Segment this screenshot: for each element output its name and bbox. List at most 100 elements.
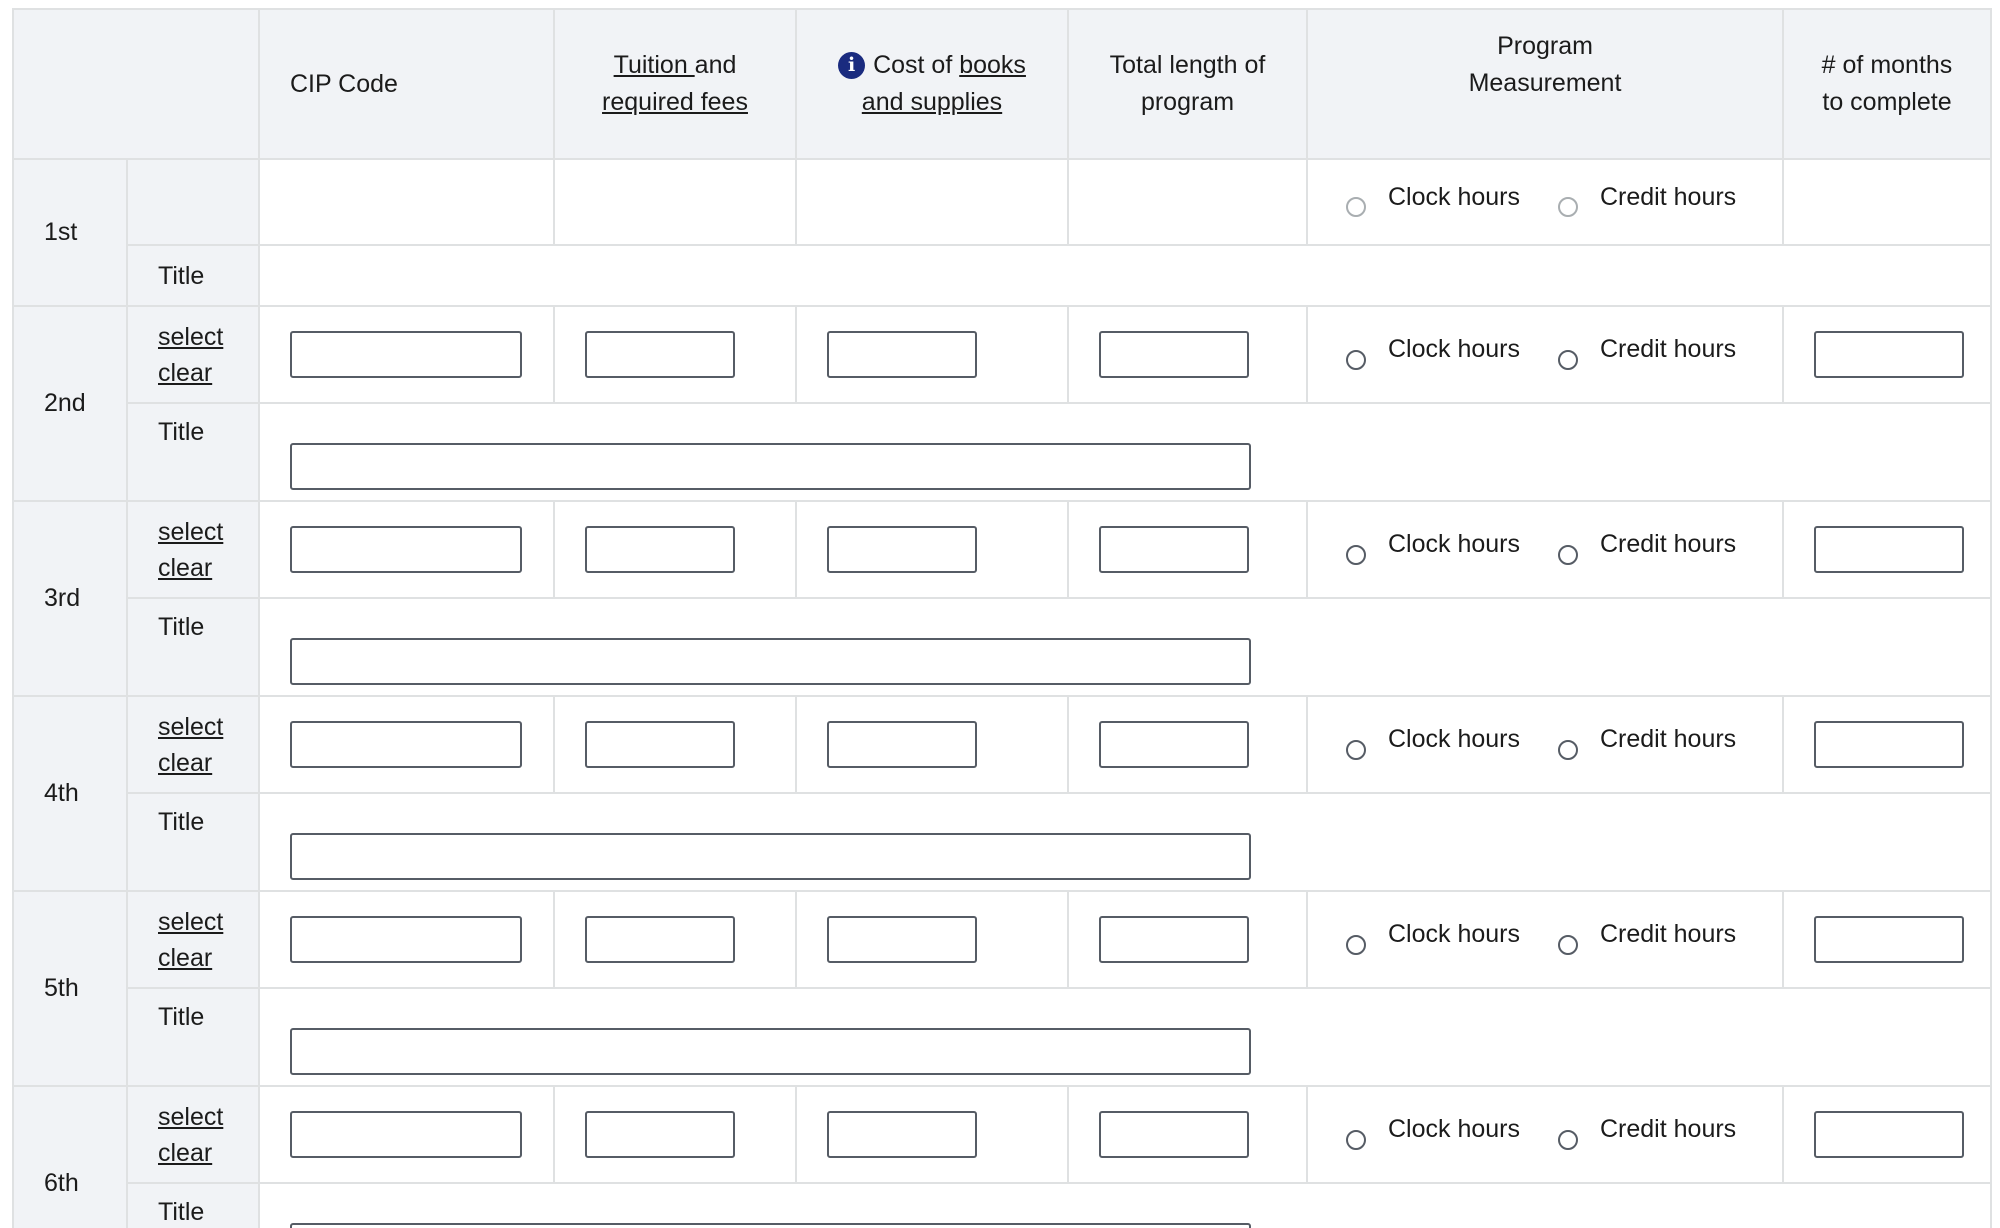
length-input[interactable] bbox=[1099, 526, 1249, 573]
books-link[interactable]: books bbox=[959, 51, 1026, 79]
length-input[interactable] bbox=[1099, 916, 1249, 963]
corner-header bbox=[12, 8, 260, 160]
title-label: Title bbox=[126, 597, 260, 697]
credit-hours-label: Credit hours bbox=[1600, 530, 1737, 558]
program-row-3: 3rd select clear Clock hours Credit hour… bbox=[12, 500, 1992, 697]
clock-hours-radio[interactable] bbox=[1346, 1129, 1366, 1150]
clock-hours-radio[interactable] bbox=[1346, 544, 1366, 565]
cip-code-input[interactable] bbox=[290, 331, 522, 378]
tuition-cell bbox=[553, 1085, 797, 1184]
months-input[interactable] bbox=[1814, 1111, 1964, 1158]
clear-link[interactable]: clear bbox=[158, 554, 212, 582]
months-input[interactable] bbox=[1814, 331, 1964, 378]
months-cell bbox=[1782, 1085, 1992, 1184]
clock-hours-radio[interactable] bbox=[1346, 934, 1366, 955]
tuition-input[interactable] bbox=[585, 916, 735, 963]
length-label-2: program bbox=[1140, 88, 1235, 116]
books-input[interactable] bbox=[827, 721, 977, 768]
months-input[interactable] bbox=[1814, 721, 1964, 768]
books-input[interactable] bbox=[827, 331, 977, 378]
tuition-cell bbox=[553, 890, 797, 989]
title-label: Title bbox=[126, 402, 260, 502]
select-link[interactable]: select bbox=[158, 908, 223, 936]
clock-hours-radio[interactable] bbox=[1346, 197, 1366, 217]
select-link[interactable]: select bbox=[158, 1103, 223, 1131]
header-books: i Cost of books and supplies bbox=[795, 8, 1069, 160]
books-cell bbox=[795, 305, 1069, 404]
row-ordinal: 3rd bbox=[12, 500, 128, 697]
length-input[interactable] bbox=[1099, 721, 1249, 768]
tuition-link[interactable]: Tuition bbox=[614, 51, 695, 79]
length-cell bbox=[1067, 695, 1308, 794]
credit-hours-label: Credit hours bbox=[1600, 182, 1737, 211]
title-input[interactable] bbox=[290, 443, 1251, 490]
header-tuition: Tuition and required fees bbox=[553, 8, 797, 160]
books-input[interactable] bbox=[827, 526, 977, 573]
title-input[interactable] bbox=[290, 1028, 1251, 1075]
clock-hours-label: Clock hours bbox=[1388, 530, 1520, 558]
programs-table: CIP Code Tuition and required fees i Cost… bbox=[12, 8, 1992, 1228]
credit-hours-radio[interactable] bbox=[1558, 1129, 1578, 1150]
length-cell bbox=[1067, 890, 1308, 989]
cip-code-input[interactable] bbox=[290, 1111, 522, 1158]
months-input[interactable] bbox=[1814, 916, 1964, 963]
tuition-input[interactable] bbox=[585, 331, 735, 378]
clock-hours-label: Clock hours bbox=[1388, 182, 1520, 211]
required-fees-link[interactable]: required fees bbox=[602, 88, 748, 116]
clear-link[interactable]: clear bbox=[158, 944, 212, 972]
title-input[interactable] bbox=[290, 1223, 1251, 1228]
title-label: Title bbox=[126, 987, 260, 1087]
clear-link[interactable]: clear bbox=[158, 1139, 212, 1167]
credit-hours-radio[interactable] bbox=[1558, 197, 1578, 217]
select-link[interactable]: select bbox=[158, 713, 223, 741]
supplies-link[interactable]: and supplies bbox=[862, 88, 1002, 116]
cip-code-label: CIP Code bbox=[290, 69, 398, 98]
books-input[interactable] bbox=[827, 916, 977, 963]
program-title-row-3: Title bbox=[13, 597, 1992, 697]
cip-code-input[interactable] bbox=[290, 526, 522, 573]
clear-link[interactable]: clear bbox=[158, 749, 212, 777]
cip-code-input[interactable] bbox=[290, 916, 522, 963]
title-cell bbox=[258, 1182, 1992, 1228]
clock-hours-radio[interactable] bbox=[1346, 739, 1366, 760]
books-pre-text: Cost of bbox=[873, 51, 960, 79]
length-label-1: Total length of bbox=[1109, 51, 1266, 79]
title-cell bbox=[258, 597, 1992, 697]
tuition-input[interactable] bbox=[585, 526, 735, 573]
months-cell bbox=[1782, 695, 1992, 794]
months-input[interactable] bbox=[1814, 526, 1964, 573]
credit-hours-radio[interactable] bbox=[1558, 349, 1578, 370]
info-icon[interactable]: i bbox=[838, 52, 866, 79]
program-title-row-2: Title bbox=[13, 402, 1992, 502]
tuition-input[interactable] bbox=[585, 1111, 735, 1158]
select-link[interactable]: select bbox=[158, 323, 223, 351]
credit-hours-radio[interactable] bbox=[1558, 739, 1578, 760]
program-row-1: 1st Clock hours Credit hours bbox=[12, 158, 1992, 307]
header-measurement: Program Measurement bbox=[1306, 8, 1784, 160]
length-input[interactable] bbox=[1099, 1111, 1249, 1158]
select-link[interactable]: select bbox=[158, 518, 223, 546]
tuition-cell bbox=[553, 500, 797, 599]
length-cell bbox=[1067, 1085, 1308, 1184]
books-cell bbox=[795, 500, 1069, 599]
tuition-and-text: and bbox=[694, 51, 737, 79]
row-actions: select clear bbox=[126, 500, 260, 599]
clock-hours-radio[interactable] bbox=[1346, 349, 1366, 370]
tuition-input[interactable] bbox=[585, 721, 735, 768]
program-title-row-1: Title bbox=[13, 244, 1992, 307]
credit-hours-radio[interactable] bbox=[1558, 544, 1578, 565]
row-ordinal: 2nd bbox=[12, 305, 128, 502]
credit-hours-radio[interactable] bbox=[1558, 934, 1578, 955]
length-input[interactable] bbox=[1099, 331, 1249, 378]
tuition-cell bbox=[553, 695, 797, 794]
row-actions: select clear bbox=[126, 1085, 260, 1184]
clear-link[interactable]: clear bbox=[158, 359, 212, 387]
tuition-cell bbox=[553, 305, 797, 404]
title-cell-empty bbox=[258, 244, 1992, 307]
cip-cell bbox=[258, 1085, 555, 1184]
cip-code-input[interactable] bbox=[290, 721, 522, 768]
books-input[interactable] bbox=[827, 1111, 977, 1158]
title-input[interactable] bbox=[290, 833, 1251, 880]
months-cell-empty bbox=[1782, 158, 1992, 246]
title-input[interactable] bbox=[290, 638, 1251, 685]
